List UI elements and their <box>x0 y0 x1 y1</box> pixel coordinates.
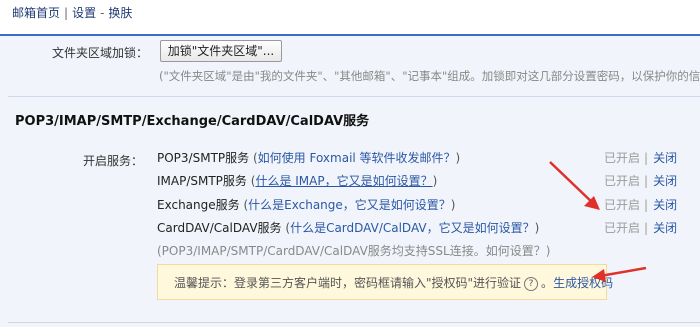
disable-link[interactable]: 关闭 <box>653 198 677 212</box>
status-carddav: 已开启 | 关闭 <box>604 219 677 236</box>
tip-text-line: 温馨提示：登录第三方客户端时，密码框请输入"授权码"进行验证? 。生成授权码 <box>174 274 613 291</box>
folder-lock-button[interactable]: 加锁"文件夹区域"... <box>160 40 282 62</box>
divider <box>8 96 700 97</box>
bottom-divider <box>8 322 700 323</box>
disable-link[interactable]: 关闭 <box>653 174 677 188</box>
status-pop3: 已开启 | 关闭 <box>604 149 677 166</box>
tip-period: 。 <box>541 276 554 290</box>
nav-dash: - <box>100 6 105 20</box>
status-separator: | <box>644 174 649 188</box>
breadcrumb-nav: 邮箱首页 | 设置 - 换肤 <box>12 4 132 21</box>
service-name: Exchange服务 <box>157 198 240 212</box>
paren-close: ) <box>534 221 540 235</box>
service-row-exchange: Exchange服务 (什么是Exchange，它又是如何设置？) <box>157 196 455 213</box>
service-help-link[interactable]: 什么是 IMAP，它又是如何设置？ <box>255 174 432 188</box>
red-arrow-icon <box>592 266 647 282</box>
paren-close: ) <box>450 198 456 212</box>
mail-home-link[interactable]: 邮箱首页 <box>12 6 60 20</box>
status-separator: | <box>644 151 649 165</box>
ssl-note[interactable]: (POP3/IMAP/SMTP/CardDAV/CalDAV服务均支持SSL连接… <box>157 242 550 259</box>
nav-separator: | <box>64 6 69 20</box>
section-title: POP3/IMAP/SMTP/Exchange/CardDAV/CalDAV服务 <box>15 114 370 129</box>
tip-box: 温馨提示：登录第三方客户端时，密码框请输入"授权码"进行验证? 。生成授权码 <box>157 264 613 300</box>
service-row-pop3: POP3/SMTP服务 (如何使用 Foxmail 等软件收发邮件？) <box>157 149 460 166</box>
status-enabled: 已开启 <box>604 221 641 235</box>
service-name: CardDAV/CalDAV服务 <box>157 221 282 235</box>
settings-link[interactable]: 设置 <box>72 6 96 20</box>
help-circle-icon[interactable]: ? <box>524 276 539 291</box>
disable-link[interactable]: 关闭 <box>653 221 677 235</box>
skin-link[interactable]: 换肤 <box>108 6 132 20</box>
service-row-carddav: CardDAV/CalDAV服务 (什么是CardDAV/CalDAV，它又是如… <box>157 219 539 236</box>
service-help-link[interactable]: 什么是Exchange，它又是如何设置？ <box>248 198 451 212</box>
folder-lock-note: ("文件夹区域"是由"我的文件夹"、"其他邮箱"、"记事本"组成。加锁即对这几部… <box>159 69 700 83</box>
tip-text: 温馨提示：登录第三方客户端时，密码框请输入"授权码"进行验证 <box>174 276 522 290</box>
top-bar: 邮箱首页 | 设置 - 换肤 <box>0 0 700 34</box>
settings-panel: 文件夹区域加锁： 加锁"文件夹区域"... ("文件夹区域"是由"我的文件夹"、… <box>0 34 700 327</box>
paren-close: ) <box>455 151 461 165</box>
status-separator: | <box>644 221 649 235</box>
service-row-imap: IMAP/SMTP服务 (什么是 IMAP，它又是如何设置？) <box>157 172 437 189</box>
service-help-link[interactable]: 如何使用 Foxmail 等软件收发邮件？ <box>258 151 456 165</box>
open-services-label: 开启服务： <box>83 154 144 168</box>
paren-close: ) <box>432 174 438 188</box>
red-arrow-icon <box>549 161 600 210</box>
service-help-link[interactable]: 什么是CardDAV/CalDAV，它又是如何设置？ <box>290 221 535 235</box>
service-name: POP3/SMTP服务 <box>157 151 250 165</box>
folder-lock-label: 文件夹区域加锁： <box>52 46 149 60</box>
status-exchange: 已开启 | 关闭 <box>604 196 677 213</box>
service-name: IMAP/SMTP服务 <box>157 174 247 188</box>
disable-link[interactable]: 关闭 <box>653 151 677 165</box>
status-imap: 已开启 | 关闭 <box>604 172 677 189</box>
status-separator: | <box>644 198 649 212</box>
